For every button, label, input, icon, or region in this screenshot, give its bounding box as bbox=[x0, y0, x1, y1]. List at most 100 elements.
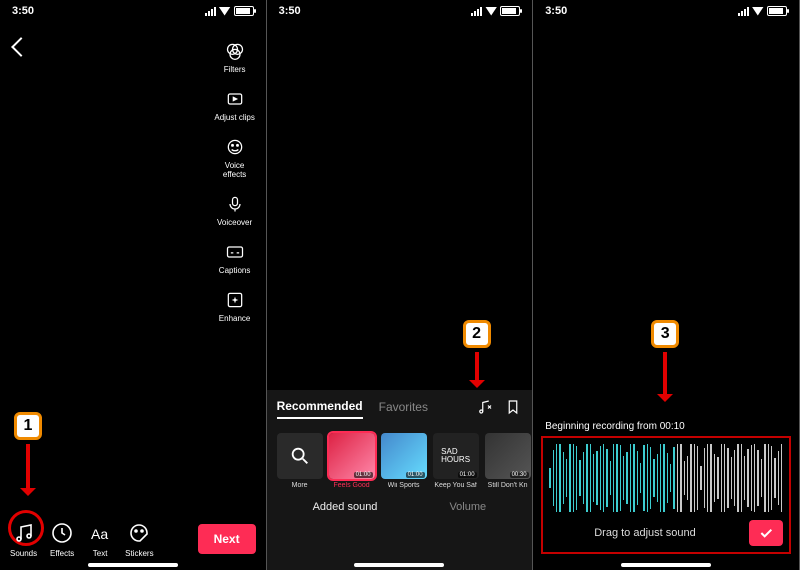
clock-icon bbox=[49, 520, 75, 546]
track-item[interactable]: SADHOURS01:00 Keep You Saf bbox=[433, 433, 479, 489]
tool-filters[interactable]: Filters bbox=[214, 40, 256, 74]
track-item[interactable]: 01:00 Feels Good bbox=[329, 433, 375, 489]
bookmark-icon[interactable] bbox=[504, 398, 522, 419]
signal-icon bbox=[205, 7, 216, 16]
track-thumb: 01:00 bbox=[329, 433, 375, 479]
home-indicator bbox=[621, 563, 711, 567]
track-thumb: SADHOURS01:00 bbox=[433, 433, 479, 479]
waveform-container: Drag to adjust sound bbox=[541, 436, 791, 554]
track-duration: 00:30 bbox=[510, 472, 529, 478]
tool-voice-effects[interactable]: Voice effects bbox=[214, 136, 256, 179]
tool-enhance[interactable]: Enhance bbox=[214, 289, 256, 323]
sticker-icon bbox=[126, 520, 152, 546]
waveform-controls: Drag to adjust sound bbox=[549, 520, 783, 546]
sounds-sheet: Recommended Favorites More 01:00 Feels G… bbox=[267, 390, 533, 570]
signal-icon bbox=[471, 7, 482, 16]
subtab-added-sound[interactable]: Added sound bbox=[313, 501, 378, 513]
track-name: Still Don't Kn bbox=[488, 482, 528, 489]
track-name: Wii Sports bbox=[388, 482, 420, 489]
next-label: Next bbox=[214, 532, 240, 546]
track-duration: 01:00 bbox=[458, 472, 477, 478]
home-indicator bbox=[354, 563, 444, 567]
step-badge-1: 1 bbox=[14, 412, 42, 440]
home-indicator bbox=[88, 563, 178, 567]
tool-adjust-clips[interactable]: Adjust clips bbox=[214, 88, 256, 122]
annotation-arrow bbox=[475, 352, 479, 386]
panel-adjust-sound: 3:50 3 Beginning recording from 00:10 Dr… bbox=[533, 0, 800, 570]
voice-effects-icon bbox=[224, 136, 246, 158]
music-note-icon bbox=[11, 520, 37, 546]
track-item[interactable]: 00:30 Still Don't Kn bbox=[485, 433, 531, 489]
search-thumb bbox=[277, 433, 323, 479]
wifi-icon bbox=[219, 7, 231, 16]
sound-subtabs: Added sound Volume bbox=[277, 501, 523, 513]
bottom-label: Stickers bbox=[125, 549, 153, 558]
tool-voiceover[interactable]: Voiceover bbox=[214, 193, 256, 227]
filters-icon bbox=[224, 40, 246, 62]
tool-label: Enhance bbox=[219, 314, 251, 323]
status-time: 3:50 bbox=[12, 5, 34, 17]
step-badge-2: 2 bbox=[463, 320, 491, 348]
battery-icon bbox=[234, 6, 254, 16]
status-right bbox=[471, 6, 520, 16]
next-button[interactable]: Next bbox=[198, 524, 256, 554]
track-item[interactable]: 01:00 Wii Sports bbox=[381, 433, 427, 489]
track-more[interactable]: More bbox=[277, 433, 323, 489]
tool-label: Captions bbox=[219, 266, 251, 275]
track-thumb: 01:00 bbox=[381, 433, 427, 479]
track-list: More 01:00 Feels Good 01:00 Wii Sports S… bbox=[277, 433, 523, 489]
bottom-label: Text bbox=[93, 549, 108, 558]
trim-sound-icon[interactable] bbox=[476, 398, 494, 419]
panel-sounds-sheet: 3:50 2 Recommended Favorites More 01:00 bbox=[267, 0, 534, 570]
voiceover-icon bbox=[224, 193, 246, 215]
panel-edit-screen: 3:50 Filters Adjust clips Voice effects … bbox=[0, 0, 267, 570]
track-name: Keep You Saf bbox=[434, 482, 476, 489]
battery-icon bbox=[500, 6, 520, 16]
tool-label: Adjust clips bbox=[214, 113, 254, 122]
status-bar: 3:50 bbox=[0, 0, 266, 22]
tool-label: Voice effects bbox=[214, 161, 256, 179]
track-thumb: 00:30 bbox=[485, 433, 531, 479]
sounds-button[interactable]: Sounds bbox=[10, 520, 37, 558]
step-badge-3: 3 bbox=[651, 320, 679, 348]
wifi-icon bbox=[485, 7, 497, 16]
enhance-icon bbox=[224, 289, 246, 311]
tool-captions[interactable]: Captions bbox=[214, 241, 256, 275]
sound-tabs: Recommended Favorites bbox=[277, 398, 523, 425]
subtab-volume[interactable]: Volume bbox=[449, 501, 486, 513]
signal-icon bbox=[738, 7, 749, 16]
track-name: More bbox=[292, 482, 308, 489]
track-name: Feels Good bbox=[334, 482, 370, 489]
bottom-label: Effects bbox=[50, 549, 74, 558]
bottom-toolbar: Sounds Effects Aa Text Stickers Next bbox=[0, 520, 266, 558]
captions-icon bbox=[224, 241, 246, 263]
status-bar: 3:50 bbox=[533, 0, 799, 22]
effects-button[interactable]: Effects bbox=[49, 520, 75, 558]
confirm-button[interactable] bbox=[749, 520, 783, 546]
tab-recommended[interactable]: Recommended bbox=[277, 399, 363, 419]
annotation-arrow bbox=[663, 352, 667, 400]
svg-text:Aa: Aa bbox=[91, 526, 108, 542]
status-right bbox=[738, 6, 787, 16]
annotation-arrow bbox=[26, 444, 30, 494]
status-time: 3:50 bbox=[545, 5, 567, 17]
back-button[interactable] bbox=[11, 37, 31, 57]
tab-favorites[interactable]: Favorites bbox=[379, 400, 428, 418]
wifi-icon bbox=[752, 7, 764, 16]
track-duration: 01:00 bbox=[354, 472, 373, 478]
drag-hint: Drag to adjust sound bbox=[549, 527, 741, 539]
stickers-button[interactable]: Stickers bbox=[125, 520, 153, 558]
status-bar: 3:50 bbox=[267, 0, 533, 22]
adjust-clips-icon bbox=[224, 88, 246, 110]
track-duration: 01:00 bbox=[406, 472, 425, 478]
status-right bbox=[205, 6, 254, 16]
text-button[interactable]: Aa Text bbox=[87, 520, 113, 558]
recording-start-label: Beginning recording from 00:10 bbox=[545, 421, 685, 432]
text-aa-icon: Aa bbox=[87, 520, 113, 546]
right-tool-column: Filters Adjust clips Voice effects Voice… bbox=[214, 40, 256, 323]
battery-icon bbox=[767, 6, 787, 16]
bottom-label: Sounds bbox=[10, 549, 37, 558]
status-time: 3:50 bbox=[279, 5, 301, 17]
tool-label: Filters bbox=[224, 65, 246, 74]
waveform[interactable] bbox=[549, 444, 783, 512]
